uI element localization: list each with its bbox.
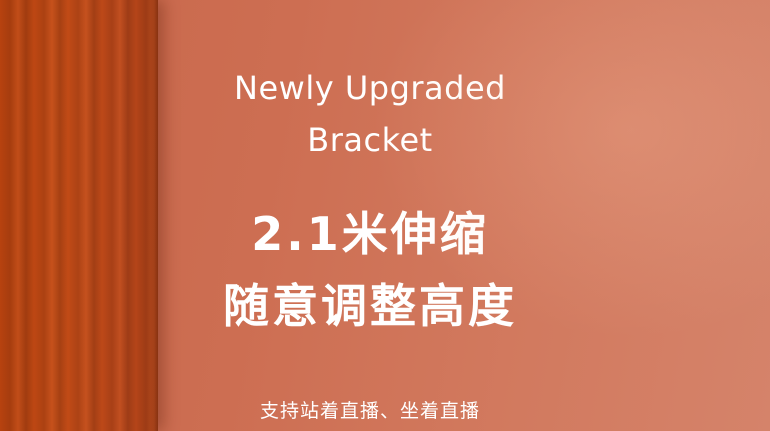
feature-caption: 支持站着直播、坐着直播 <box>259 400 480 422</box>
curtain-image <box>0 0 158 431</box>
chinese-headline: 2.1米伸缩 随意调整高度 <box>160 198 580 342</box>
product-banner: Newly Upgraded Bracket 2.1米伸缩 随意调整高度 支持站… <box>0 0 770 431</box>
english-headline: Newly Upgraded Bracket <box>160 62 580 166</box>
english-headline-line-2: Bracket <box>307 121 433 159</box>
english-headline-line-1: Newly Upgraded <box>234 69 506 107</box>
chinese-headline-line-2: 随意调整高度 <box>223 279 517 333</box>
chinese-headline-line-1: 2.1米伸缩 <box>251 207 489 261</box>
